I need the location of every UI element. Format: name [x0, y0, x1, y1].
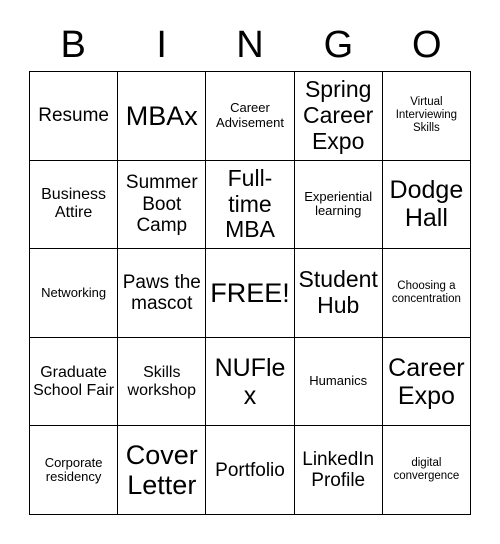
bingo-header-letter-n: N — [236, 23, 264, 66]
bingo-cell-label: Career Advisement — [216, 100, 284, 130]
bingo-cell-label: Humanics — [309, 373, 368, 389]
bingo-cell[interactable]: Graduate School Fair — [30, 337, 119, 427]
bingo-cell-label: Cover Letter — [125, 439, 198, 501]
bingo-cell[interactable]: Spring Career Expo — [294, 72, 383, 161]
bingo-cell[interactable]: Choosing a concentration — [382, 249, 471, 338]
bingo-cell[interactable]: Student Hub — [294, 249, 383, 338]
bingo-header-letter-g: G — [323, 23, 354, 66]
bingo-cell[interactable]: Paws the mascot — [118, 249, 207, 338]
bingo-cell-label: Dodge Hall — [389, 176, 464, 233]
bingo-cell-label: Summer Boot Camp — [125, 172, 198, 237]
bingo-cell-label: Skills workshop — [127, 363, 197, 399]
bingo-cell[interactable]: NUFlex — [206, 337, 295, 427]
bingo-cell[interactable]: Cover Letter — [118, 426, 207, 515]
bingo-cell-label: FREE! — [210, 277, 290, 308]
bingo-cell-label: Business Attire — [41, 186, 107, 222]
bingo-cell[interactable]: Summer Boot Camp — [118, 160, 207, 250]
bingo-cell-label: Career Expo — [388, 353, 465, 410]
bingo-cell[interactable]: Career Advisement — [206, 72, 295, 161]
bingo-cell-label: MBAx — [125, 100, 198, 131]
bingo-header-letter-o: O — [412, 23, 442, 66]
bingo-cell-label: Portfolio — [215, 459, 285, 481]
bingo-cell-label: Paws the mascot — [122, 271, 201, 314]
bingo-cell-label: LinkedIn Profile — [302, 448, 375, 492]
bingo-cell-label: Resume — [38, 105, 109, 127]
bingo-cell[interactable]: digital convergence — [382, 426, 471, 515]
bingo-header-letter-i: I — [156, 23, 167, 66]
bingo-cell[interactable]: Virtual Interviewing Skills — [382, 72, 471, 161]
bingo-cell-label: digital convergence — [393, 457, 460, 483]
bingo-cell[interactable]: Resume — [30, 72, 119, 161]
bingo-cell-label: Choosing a concentration — [391, 280, 461, 305]
bingo-cell-label: Graduate School Fair — [33, 363, 115, 399]
bingo-cell[interactable]: LinkedIn Profile — [294, 426, 383, 515]
bingo-cell[interactable]: Portfolio — [206, 426, 295, 515]
bingo-cell[interactable]: MBAx — [118, 72, 207, 161]
bingo-cell[interactable]: Humanics — [294, 337, 383, 427]
bingo-cell[interactable]: Full-time MBA — [206, 160, 295, 250]
bingo-cell[interactable]: Experiential learning — [294, 160, 383, 250]
bingo-cell-label: Full-time MBA — [225, 164, 275, 243]
bingo-grid: Resume MBAx Career Advisement Spring Career… — [29, 71, 471, 515]
bingo-cell-label: Virtual Interviewing Skills — [395, 96, 458, 135]
bingo-cell-label: Student Hub — [298, 266, 378, 318]
bingo-cell[interactable]: Skills workshop — [118, 337, 207, 427]
bingo-cell[interactable]: Networking — [30, 249, 119, 338]
bingo-cell[interactable]: Corporate residency — [30, 426, 119, 515]
bingo-cell-label: Corporate residency — [44, 454, 103, 485]
bingo-cell-label: Spring Career Expo — [303, 76, 374, 154]
bingo-cell[interactable]: Dodge Hall — [382, 160, 471, 250]
bingo-cell-label: Experiential learning — [304, 188, 373, 219]
bingo-free-space[interactable]: FREE! — [206, 249, 295, 338]
bingo-cell[interactable]: Business Attire — [30, 160, 119, 250]
bingo-card: B I N G O Resume MBAx Career Advisement Spring … — [0, 0, 500, 544]
bingo-header-letter-b: B — [60, 23, 86, 66]
bingo-cell-label: Networking — [41, 284, 107, 300]
bingo-cell[interactable]: Career Expo — [382, 337, 471, 427]
bingo-header-row: BINGO — [29, 18, 471, 71]
bingo-cell-label: NUFlex — [214, 353, 286, 410]
